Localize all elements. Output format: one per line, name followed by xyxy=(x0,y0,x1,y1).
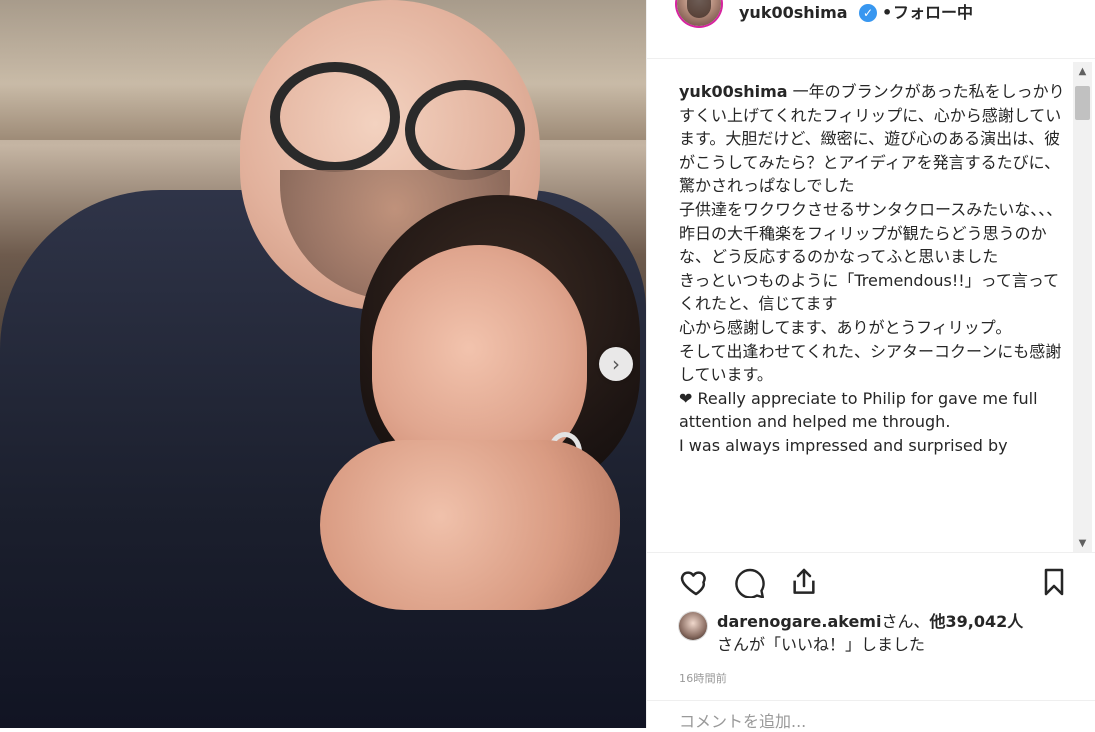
comment-button[interactable] xyxy=(733,565,767,599)
divider xyxy=(647,58,1095,59)
likes-text: darenogare.akemiさん、他39,042人 さんが「いいね！」しまし… xyxy=(717,610,1067,656)
scroll-down-arrow-icon[interactable]: ▼ xyxy=(1073,534,1092,552)
post-actions xyxy=(679,565,1071,601)
caption-author[interactable]: yuk00shima xyxy=(679,82,788,101)
share-button[interactable] xyxy=(787,565,821,599)
divider xyxy=(647,700,1095,701)
share-icon xyxy=(793,568,815,594)
post-timestamp: 16時間前 xyxy=(679,672,727,685)
caption-text: 一年のブランクがあった私をしっかりすくい上げてくれたフィリップに、心から感謝して… xyxy=(679,82,1065,455)
next-photo-button[interactable]: › xyxy=(599,347,633,381)
divider xyxy=(647,552,1095,553)
post-username[interactable]: yuk00shima xyxy=(739,0,848,26)
likes-others-count[interactable]: 他39,042人 xyxy=(929,612,1023,631)
post-caption: yuk00shima 一年のブランクがあった私をしっかりすくい上げてくれたフィリ… xyxy=(679,80,1069,458)
post-side-panel: yuk00shima ✓ • フォロー中 yuk00shima 一年のブランクが… xyxy=(646,0,1095,731)
post-photo[interactable]: › xyxy=(0,0,646,728)
comment-icon xyxy=(735,568,765,598)
caption-scrollbar[interactable]: ▲ ▼ xyxy=(1073,62,1092,552)
caption-scroll-area[interactable]: yuk00shima 一年のブランクがあった私をしっかりすくい上げてくれたフィリ… xyxy=(679,80,1069,552)
follow-status-button[interactable]: フォロー中 xyxy=(893,0,973,26)
save-button[interactable] xyxy=(1037,565,1071,599)
likes-summary: darenogare.akemiさん、他39,042人 さんが「いいね！」しまし… xyxy=(679,610,1071,662)
heart-icon xyxy=(680,571,706,596)
like-button[interactable] xyxy=(679,565,713,599)
scroll-up-arrow-icon[interactable]: ▲ xyxy=(1073,62,1092,80)
photo-glasses-right xyxy=(405,80,525,180)
scroll-thumb[interactable] xyxy=(1075,86,1090,120)
liker-username[interactable]: darenogare.akemi xyxy=(717,612,881,631)
post-header: yuk00shima ✓ • フォロー中 xyxy=(647,0,1095,36)
chevron-right-icon: › xyxy=(612,352,620,376)
photo-glasses-left xyxy=(270,62,400,172)
liker-avatar[interactable] xyxy=(679,612,707,640)
header-separator: • xyxy=(882,3,893,22)
bookmark-icon xyxy=(1044,568,1064,596)
comment-input-placeholder[interactable]: コメントを追加... xyxy=(679,708,1071,732)
photo-hand xyxy=(320,440,620,610)
verified-badge-icon: ✓ xyxy=(859,4,877,22)
likes-suffix: さんが「いいね！」しました xyxy=(717,635,926,654)
likes-middle-text: さん、 xyxy=(881,612,930,631)
